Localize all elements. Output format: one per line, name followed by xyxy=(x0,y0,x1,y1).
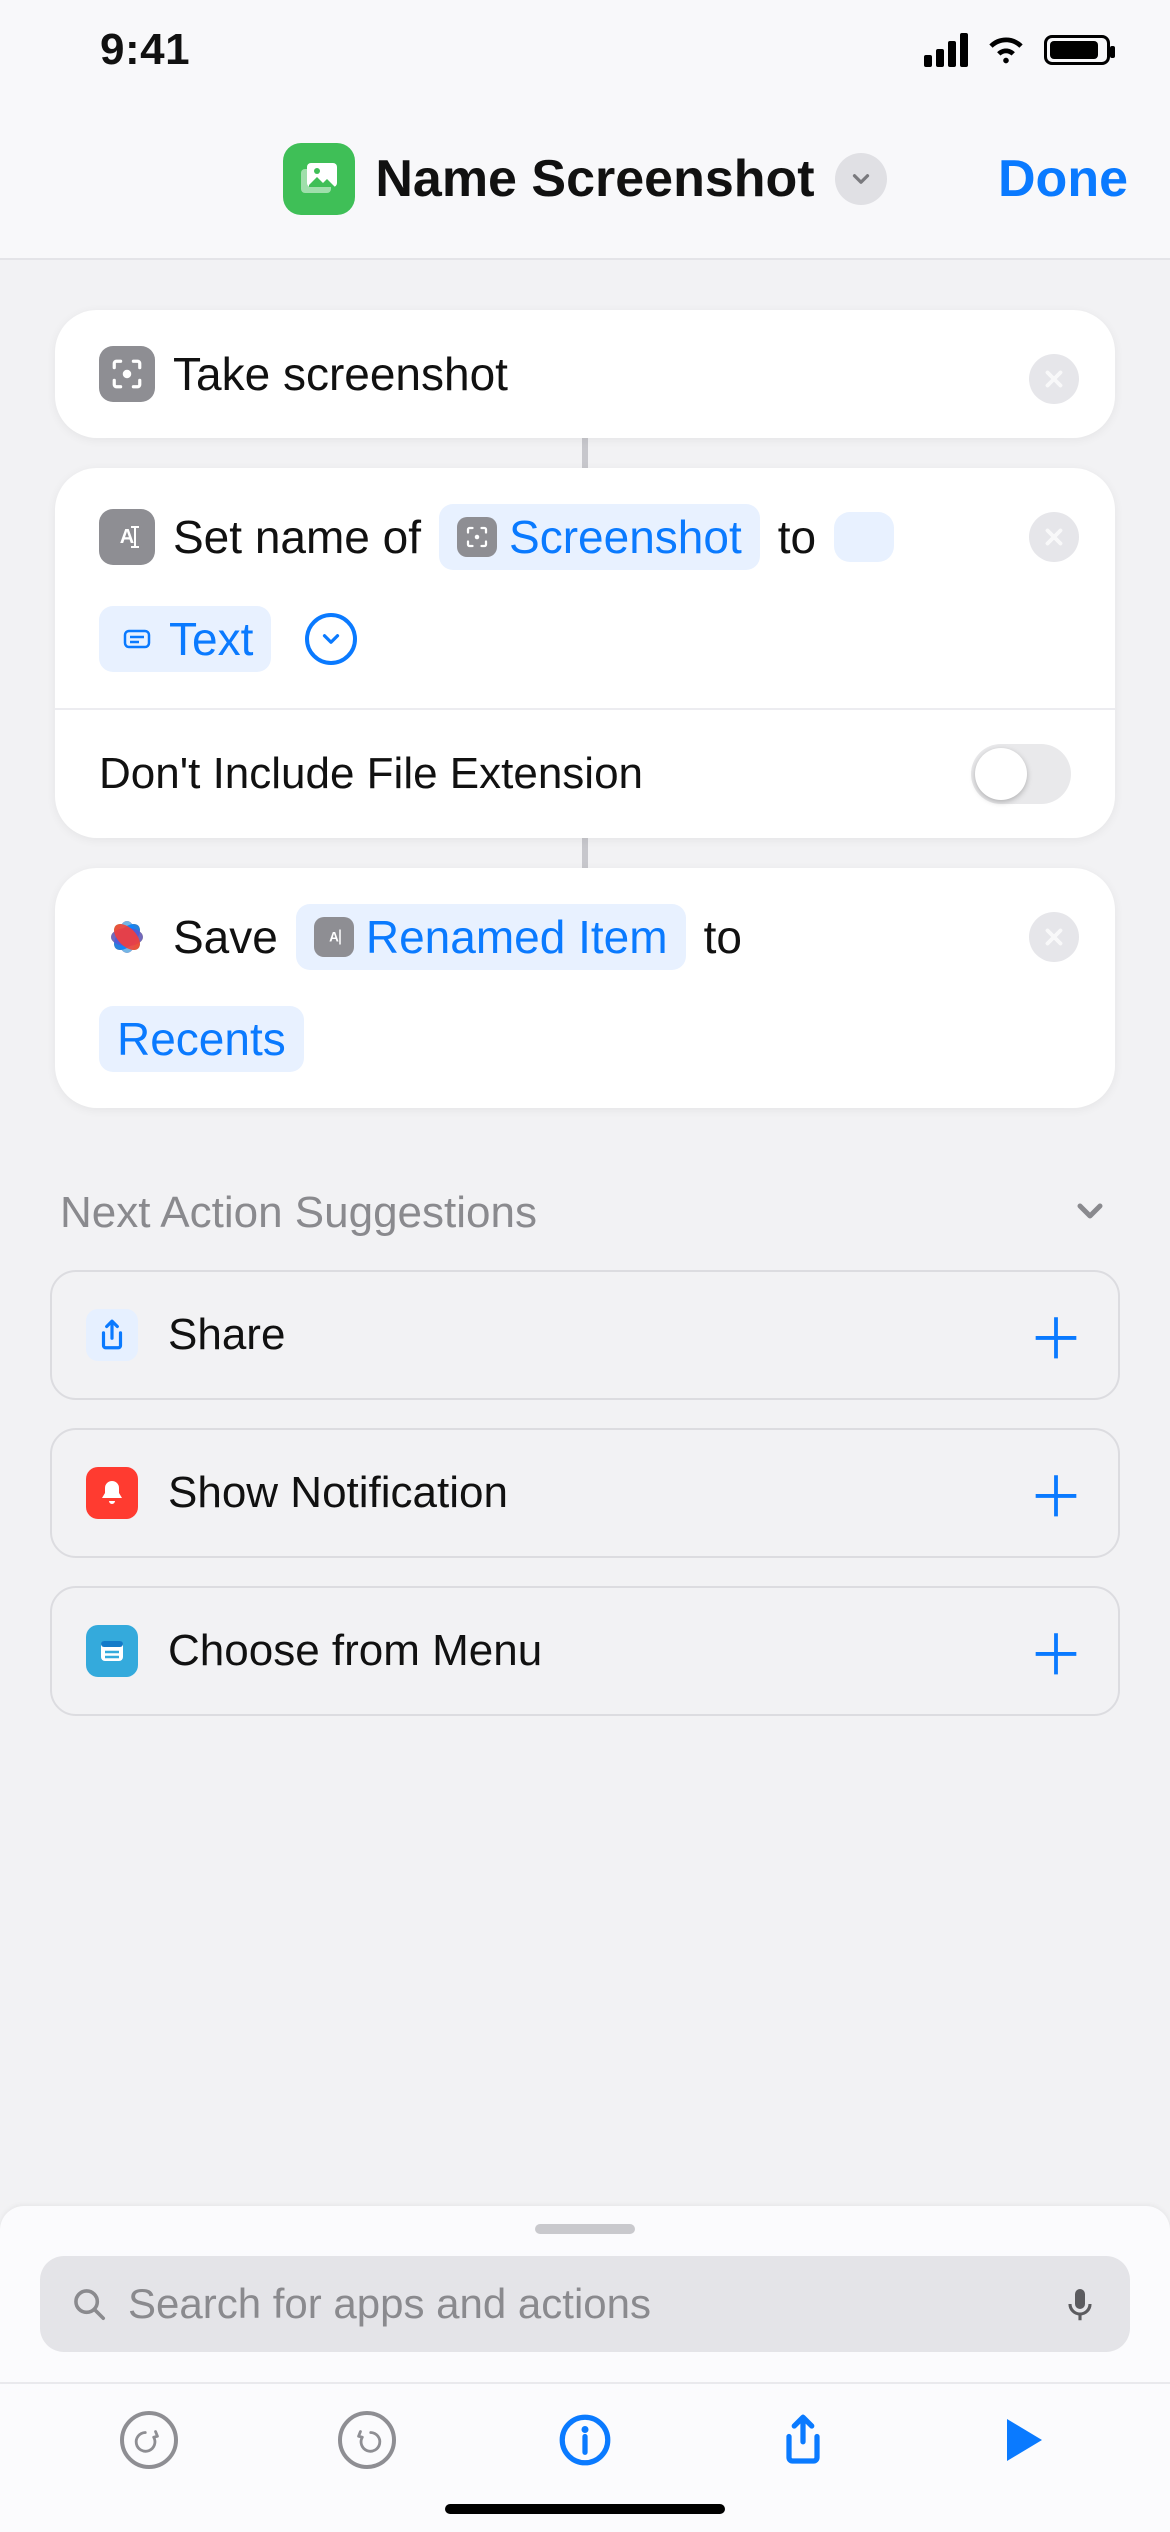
option-dont-include-extension: Don't Include File Extension xyxy=(55,708,1115,838)
drag-handle[interactable] xyxy=(535,2224,635,2234)
status-time: 9:41 xyxy=(100,25,190,75)
collapse-suggestions-button[interactable] xyxy=(1070,1191,1110,1236)
remove-action-button[interactable] xyxy=(1029,912,1079,962)
variable-renamed-item[interactable]: A Renamed Item xyxy=(296,904,686,970)
suggestion-choose-menu[interactable]: Choose from Menu ＋ xyxy=(50,1586,1120,1716)
actions-list: Take screenshot A Set name of Screenshot xyxy=(0,260,1170,1108)
photos-app-icon xyxy=(99,909,155,965)
rename-icon: A xyxy=(99,509,155,565)
action-search-panel[interactable]: Search for apps and actions xyxy=(0,2206,1170,2382)
dictation-icon[interactable] xyxy=(1060,2284,1100,2324)
extension-toggle[interactable] xyxy=(971,744,1071,804)
variable-label: Screenshot xyxy=(509,510,742,564)
status-bar: 9:41 xyxy=(0,0,1170,100)
suggestion-label: Share xyxy=(168,1310,998,1360)
menu-icon xyxy=(86,1625,138,1677)
remove-action-button[interactable] xyxy=(1029,512,1079,562)
connector xyxy=(582,838,588,868)
variable-label: Recents xyxy=(117,1012,286,1066)
screenshot-token-icon xyxy=(457,517,497,557)
remove-action-button[interactable] xyxy=(1029,354,1079,404)
action-mid: to xyxy=(704,910,742,964)
action-prefix: Set name of xyxy=(173,510,421,564)
svg-text:A: A xyxy=(329,930,339,945)
action-prefix: Save xyxy=(173,910,278,964)
title-menu-button[interactable] xyxy=(835,153,887,205)
search-field[interactable]: Search for apps and actions xyxy=(40,2256,1130,2352)
action-title: Take screenshot xyxy=(173,347,508,401)
search-icon xyxy=(70,2285,108,2323)
cellular-icon xyxy=(924,33,968,67)
suggestion-label: Show Notification xyxy=(168,1468,998,1518)
expand-options-button[interactable] xyxy=(305,613,357,665)
suggestion-show-notification[interactable]: Show Notification ＋ xyxy=(50,1428,1120,1558)
add-suggestion-button[interactable]: ＋ xyxy=(1028,1453,1084,1534)
wifi-icon xyxy=(986,35,1026,65)
battery-icon xyxy=(1044,35,1110,65)
variable-label: Renamed Item xyxy=(366,910,668,964)
header-title-group[interactable]: Name Screenshot xyxy=(283,143,886,215)
undo-button[interactable] xyxy=(117,2408,181,2472)
variable-screenshot[interactable]: Screenshot xyxy=(439,504,760,570)
run-button[interactable] xyxy=(989,2408,1053,2472)
rename-token-icon: A xyxy=(314,917,354,957)
home-indicator[interactable] xyxy=(445,2504,725,2514)
action-take-screenshot[interactable]: Take screenshot xyxy=(55,310,1115,438)
suggestions-section: Next Action Suggestions Share ＋ Show Not… xyxy=(0,1108,1170,1716)
variable-recents-album[interactable]: Recents xyxy=(99,1006,304,1072)
screenshot-icon xyxy=(99,346,155,402)
header: Name Screenshot Done xyxy=(0,100,1170,260)
search-placeholder: Search for apps and actions xyxy=(128,2280,1040,2328)
name-value-field[interactable] xyxy=(834,512,894,562)
variable-text[interactable]: Text xyxy=(99,606,271,672)
share-icon xyxy=(86,1309,138,1361)
connector xyxy=(582,438,588,468)
add-suggestion-button[interactable]: ＋ xyxy=(1028,1295,1084,1376)
option-label: Don't Include File Extension xyxy=(99,749,643,799)
shortcut-photos-icon xyxy=(283,143,355,215)
notification-icon xyxy=(86,1467,138,1519)
action-save-to-photos[interactable]: Save A Renamed Item to Recents xyxy=(55,868,1115,1108)
shortcut-title: Name Screenshot xyxy=(375,149,814,209)
suggestion-label: Choose from Menu xyxy=(168,1626,998,1676)
add-suggestion-button[interactable]: ＋ xyxy=(1028,1611,1084,1692)
status-icons xyxy=(924,33,1110,67)
text-token-icon xyxy=(117,619,157,659)
done-button[interactable]: Done xyxy=(998,149,1128,209)
variable-label: Text xyxy=(169,612,253,666)
action-mid: to xyxy=(778,510,816,564)
action-set-name[interactable]: A Set name of Screenshot to Text xyxy=(55,468,1115,838)
suggestions-title: Next Action Suggestions xyxy=(60,1188,537,1238)
redo-button[interactable] xyxy=(335,2408,399,2472)
info-button[interactable] xyxy=(553,2408,617,2472)
suggestion-share[interactable]: Share ＋ xyxy=(50,1270,1120,1400)
share-button[interactable] xyxy=(771,2408,835,2472)
svg-text:A: A xyxy=(120,526,134,548)
